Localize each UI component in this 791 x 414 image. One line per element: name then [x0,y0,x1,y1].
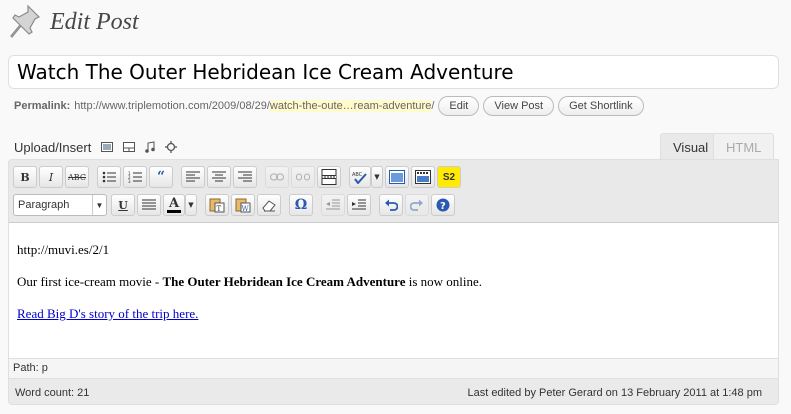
add-video-icon[interactable] [123,142,136,152]
text-color-dropdown[interactable]: ▼ [185,194,197,216]
page-header: Edit Post [8,4,139,40]
permalink-slug[interactable]: watch-the-oute…ream-adventure [269,100,432,112]
format-select[interactable]: Paragraph ▼ [13,194,107,216]
kitchen-sink-icon [415,170,431,184]
paste-word-button[interactable]: W [231,194,255,216]
align-center-button[interactable] [207,166,231,188]
italic-button[interactable]: I [39,166,63,188]
editor-content[interactable]: http://muvi.es/2/1 Our first ice-cream m… [9,222,778,358]
permalink-label: Permalink: [14,100,71,112]
justify-icon [142,199,156,210]
svg-text:ABC: ABC [352,172,363,178]
redo-button[interactable] [405,194,429,216]
undo-button[interactable] [379,194,403,216]
word-count: Word count: 21 [15,386,90,399]
pushpin-icon [10,4,41,38]
spellcheck-icon: ABC [352,172,367,184]
page-title: Edit Post [50,8,139,35]
strikethrough-button[interactable]: ABC [65,166,89,188]
insert-more-button[interactable] [317,166,341,188]
format-select-value: Paragraph [18,199,70,211]
indent-button[interactable] [347,194,371,216]
spellcheck-dropdown[interactable]: ▼ [371,166,383,188]
numbered-list-button[interactable]: 123 [123,166,147,188]
upload-insert-label: Upload/Insert [14,139,92,155]
special-character-button[interactable]: Ω [289,194,313,216]
link-icon [270,173,284,181]
content-paragraph-url: http://muvi.es/2/1 [17,242,110,257]
view-post-button[interactable]: View Post [483,96,555,116]
svg-text:?: ? [440,201,446,212]
s2-button[interactable]: S2 [437,166,461,188]
content-bold-title: The Outer Hebridean Ice Cream Adventure [162,274,406,289]
text-color-button[interactable]: A [163,194,185,216]
align-right-icon [238,171,252,182]
paste-text-icon: T [209,198,225,213]
post-editor: B I ABC 123 “ ABC ▼ S2 Paragraph ▼ U A ▼… [8,159,779,405]
unlink-button[interactable] [291,166,315,188]
path-text: Path: p [13,362,48,374]
more-tag-icon [321,169,337,185]
add-audio-icon[interactable] [145,141,156,153]
permalink-row: Permalink: http://www.triplemotion.com/2… [14,95,644,117]
blockquote-button[interactable]: “ [149,166,173,188]
numbered-list-icon: 123 [128,171,142,183]
underline-button[interactable]: U [111,194,135,216]
align-left-button[interactable] [181,166,205,188]
align-right-button[interactable] [233,166,257,188]
bullet-list-icon [102,171,116,183]
tab-html[interactable]: HTML [713,133,775,160]
help-button[interactable]: ? [431,194,455,216]
eraser-icon [262,200,276,212]
fullscreen-button[interactable] [385,166,409,188]
content-paragraph-link: Read Big D's story of the trip here. [17,305,770,322]
edit-permalink-button[interactable]: Edit [438,96,480,116]
bold-button[interactable]: B [13,166,37,188]
add-image-icon[interactable] [101,142,114,152]
chevron-down-icon: ▼ [92,195,106,215]
indent-icon [352,199,366,210]
paste-word-icon: W [235,198,251,213]
permalink-suffix: / [431,100,435,112]
tab-visual[interactable]: Visual [660,133,722,160]
toolbar-row-1: B I ABC 123 “ ABC ▼ S2 [13,164,463,190]
clear-formatting-button[interactable] [257,194,281,216]
bullet-list-button[interactable] [97,166,121,188]
svg-text:3: 3 [128,179,131,183]
add-media-icon[interactable] [165,141,178,153]
svg-text:T: T [217,205,222,213]
redo-icon [410,199,423,211]
get-shortlink-button[interactable]: Get Shortlink [558,96,644,116]
outdent-icon [326,199,340,210]
justify-button[interactable] [137,194,161,216]
permalink-base: http://www.triplemotion.com/2009/08/29/ [74,100,270,112]
unlink-icon [296,173,310,181]
post-title-input[interactable]: Watch The Outer Hebridean Ice Cream Adve… [8,55,779,89]
editor-toolbar: B I ABC 123 “ ABC ▼ S2 Paragraph ▼ U A ▼… [9,160,778,222]
fullscreen-icon [389,170,405,184]
editor-status-bar: Word count: 21 Last edited by Peter Gera… [9,378,778,404]
undo-icon [385,199,398,211]
paste-text-button[interactable]: T [205,194,229,216]
help-icon: ? [436,198,450,212]
content-paragraph-intro: Our first ice-cream movie - The Outer He… [17,274,483,289]
align-center-icon [212,171,226,182]
last-edited: Last edited by Peter Gerard on 13 Februa… [467,386,762,399]
outdent-button[interactable] [321,194,345,216]
align-left-icon [186,171,200,182]
kitchen-sink-button[interactable] [411,166,435,188]
editor-path-bar: Path: p [9,358,778,378]
insert-link-button[interactable] [265,166,289,188]
story-link[interactable]: Read Big D's story of the trip here. [17,306,198,321]
svg-text:W: W [242,205,250,213]
toolbar-row-2: Paragraph ▼ U A ▼ T W Ω ? [13,192,457,218]
upload-insert-row: Upload/Insert [14,138,178,156]
spellcheck-button[interactable]: ABC [349,166,371,188]
